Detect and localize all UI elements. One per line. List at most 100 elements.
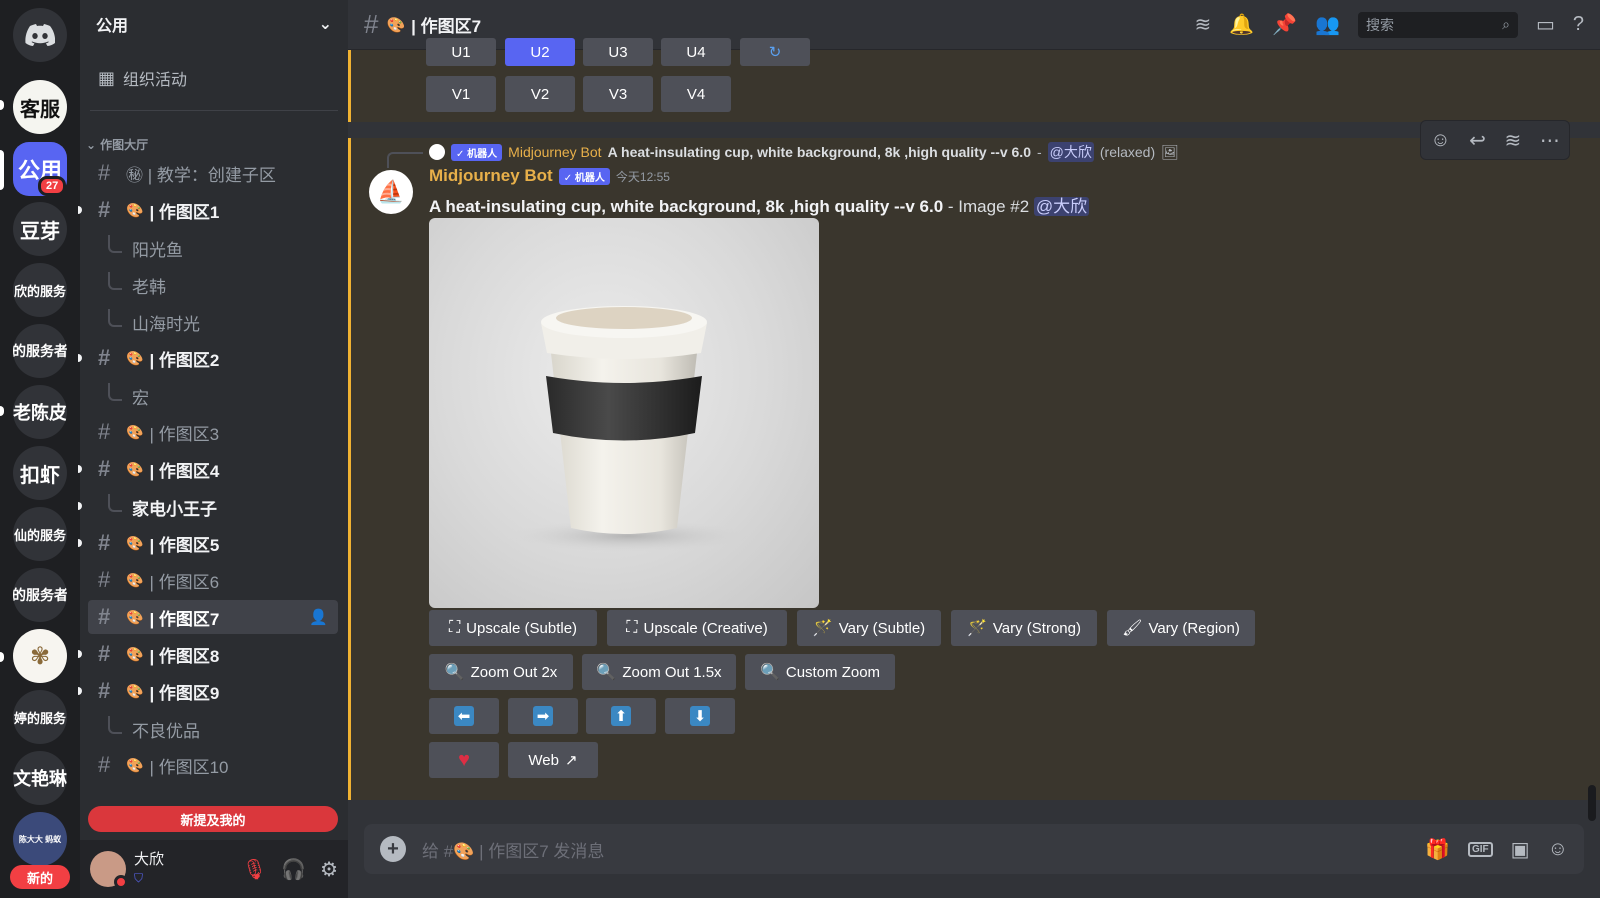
server-folder[interactable]: 陈大大 蚂蚁 <box>13 812 67 866</box>
button-label: V1 <box>451 85 471 103</box>
zoom-out-2x-button[interactable]: 🔍 Zoom Out 2x <box>429 654 573 690</box>
server-xin[interactable]: 欣的服务 <box>13 263 67 317</box>
channel-zuotu-4[interactable]: # 🎨 | 作图区4 <box>88 452 338 486</box>
channel-zuotu-9[interactable]: # 🎨 | 作图区9 <box>88 674 338 708</box>
new-unreads-pill[interactable]: 新的 <box>10 865 70 889</box>
gift-icon[interactable]: 🎁 <box>1425 837 1450 862</box>
channel-zuotu-5[interactable]: # 🎨 | 作图区5 <box>88 526 338 560</box>
vary-strong-button[interactable]: 🪄 Vary (Strong) <box>951 610 1097 646</box>
channel-zuotu-10[interactable]: # 🎨 | 作图区10 <box>88 748 338 782</box>
gear-icon[interactable]: ⚙ <box>320 857 338 882</box>
upscale-button-u4[interactable]: U4 <box>661 38 731 66</box>
category-header[interactable]: ⌄ 作图大厅 <box>86 136 148 153</box>
upscale-button-u2[interactable]: U2 <box>505 38 575 66</box>
server-kefu[interactable]: 客服 <box>13 80 67 134</box>
server-douya[interactable]: 豆芽 <box>13 202 67 256</box>
bot-avatar[interactable]: ⛵ <box>369 170 413 214</box>
channel-zuotu-6[interactable]: # 🎨 | 作图区6 <box>88 563 338 597</box>
add-reaction-icon[interactable]: ☺ <box>1430 129 1450 152</box>
reply-preview[interactable]: ✓ 机器人 Midjourney Bot A heat-insulating c… <box>429 142 1179 162</box>
server-xian[interactable]: 仙的服务 <box>13 507 67 561</box>
threads-icon[interactable]: ≋ <box>1194 12 1211 37</box>
channel-zuotu-8[interactable]: # 🎨 | 作图区8 <box>88 637 338 671</box>
server-fuwu-1[interactable]: 的服务者 <box>13 324 67 378</box>
new-mentions-banner[interactable]: 新提及我的 <box>88 806 338 832</box>
inbox-icon[interactable]: ▭ <box>1536 12 1555 37</box>
custom-zoom-button[interactable]: 🔍 Custom Zoom <box>745 654 895 690</box>
avatar[interactable] <box>90 851 128 889</box>
guild-header[interactable]: 公用 ⌄ <box>80 0 348 48</box>
vary-button-v1[interactable]: V1 <box>426 76 496 112</box>
user-mention[interactable]: @大欣 <box>1033 197 1090 216</box>
upscale-button-u1[interactable]: U1 <box>426 38 496 66</box>
server-ting[interactable]: 婷的服务 <box>13 690 67 744</box>
server-laochenpi[interactable]: 老陈皮 <box>13 385 67 439</box>
thread-shanhai[interactable]: 山海时光 <box>108 308 200 335</box>
thread-jiadian[interactable]: 家电小王子 <box>108 493 217 520</box>
reply-mention[interactable]: @大欣 <box>1047 142 1094 162</box>
thread-laohan[interactable]: 老韩 <box>108 271 166 298</box>
thread-buliang[interactable]: 不良优品 <box>108 715 200 742</box>
emoji-icon[interactable]: ☺ <box>1548 838 1568 861</box>
external-link-icon: ↗ <box>565 752 578 769</box>
unread-indicator <box>78 502 82 510</box>
web-link-button[interactable]: Web ↗ <box>508 742 598 778</box>
help-icon[interactable]: ? <box>1573 13 1584 36</box>
vary-subtle-button[interactable]: 🪄 Vary (Subtle) <box>797 610 941 646</box>
upscale-subtle-button[interactable]: ⛶ Upscale (Subtle) <box>429 610 597 646</box>
search-input[interactable]: 搜索 ⌕ <box>1357 11 1518 38</box>
channel-zuotu-7[interactable]: # 🎨 | 作图区7 👤 <box>88 600 338 634</box>
pan-right-button[interactable]: ➡ <box>508 698 578 734</box>
pin-icon[interactable]: 📌 <box>1272 12 1297 37</box>
unread-indicator <box>78 354 82 362</box>
selected-pill <box>0 150 4 190</box>
members-icon[interactable]: 👥 <box>1315 12 1340 37</box>
pan-down-button[interactable]: ⬇ <box>665 698 735 734</box>
sticker-icon[interactable]: ▣ <box>1511 837 1530 862</box>
arrow-down-icon: ⬇ <box>690 706 710 726</box>
reply-icon[interactable]: ↩ <box>1469 128 1486 153</box>
vary-region-button[interactable]: 🖌 Vary (Region) <box>1107 610 1255 646</box>
events-link[interactable]: ▦ 组织活动 <box>98 66 187 90</box>
attach-plus-icon[interactable]: + <box>380 836 406 862</box>
vary-button-v4[interactable]: V4 <box>661 76 731 112</box>
upscale-button-u3[interactable]: U3 <box>583 38 653 66</box>
thread-yangguangyu[interactable]: 阳光鱼 <box>108 234 183 261</box>
discord-home-button[interactable] <box>13 8 67 62</box>
server-rail: 客服 公用 27 豆芽 欣的服务 的服务者 老陈皮 扣虾 仙的服务 的服务者 ✾… <box>0 0 80 898</box>
gif-icon[interactable]: GIF <box>1468 841 1493 857</box>
author-name[interactable]: Midjourney Bot <box>429 166 553 186</box>
create-thread-icon[interactable]: ≋ <box>1504 128 1521 153</box>
bell-icon[interactable]: 🔔 <box>1229 12 1254 37</box>
button-label: Zoom Out 2x <box>470 663 558 681</box>
vary-button-v3[interactable]: V3 <box>583 76 653 112</box>
upscale-creative-button[interactable]: ⛶ Upscale (Creative) <box>607 610 787 646</box>
channel-label: | 作图区4 <box>149 461 220 481</box>
pan-up-button[interactable]: ⬆ <box>586 698 656 734</box>
server-kouxia[interactable]: 扣虾 <box>13 446 67 500</box>
channel-label: | 作图区6 <box>149 572 220 592</box>
vary-button-v2[interactable]: V2 <box>505 76 575 112</box>
server-fuwu-2[interactable]: 的服务者 <box>13 568 67 622</box>
channel-zuotu-1[interactable]: # 🎨 | 作图区1 <box>88 193 338 227</box>
thread-hong[interactable]: 宏 <box>108 382 149 409</box>
thread-label: 不良优品 <box>132 722 200 741</box>
channel-zuotu-3[interactable]: # 🎨 | 作图区3 <box>88 415 338 449</box>
channel-label: | 作图区8 <box>149 646 220 666</box>
favorite-button[interactable]: ♥ <box>429 742 499 778</box>
reroll-button[interactable]: ↻ <box>740 38 810 66</box>
mute-mic-icon[interactable]: 🎙 <box>242 857 267 882</box>
channel-tutorial[interactable]: # ㊙ | 教学：创建子区 <box>88 156 338 190</box>
generated-image[interactable] <box>429 218 819 608</box>
zoom-out-1-5x-button[interactable]: 🔍 Zoom Out 1.5x <box>582 654 736 690</box>
server-dandelion[interactable]: ✾ <box>13 629 67 683</box>
add-member-icon[interactable]: 👤 <box>309 608 328 626</box>
scrollbar[interactable] <box>1588 785 1596 821</box>
server-wenyanlin[interactable]: 文艳琳 <box>13 751 67 805</box>
pan-left-button[interactable]: ⬅ <box>429 698 499 734</box>
reply-author: Midjourney Bot <box>508 144 602 160</box>
channel-zuotu-2[interactable]: # 🎨 | 作图区2 <box>88 341 338 375</box>
headphones-icon[interactable]: 🎧 <box>281 857 306 882</box>
more-options-icon[interactable]: ⋯ <box>1540 128 1560 153</box>
message-composer[interactable]: + 给 #🎨 | 作图区7 发消息 🎁 GIF ▣ ☺ <box>364 824 1584 874</box>
